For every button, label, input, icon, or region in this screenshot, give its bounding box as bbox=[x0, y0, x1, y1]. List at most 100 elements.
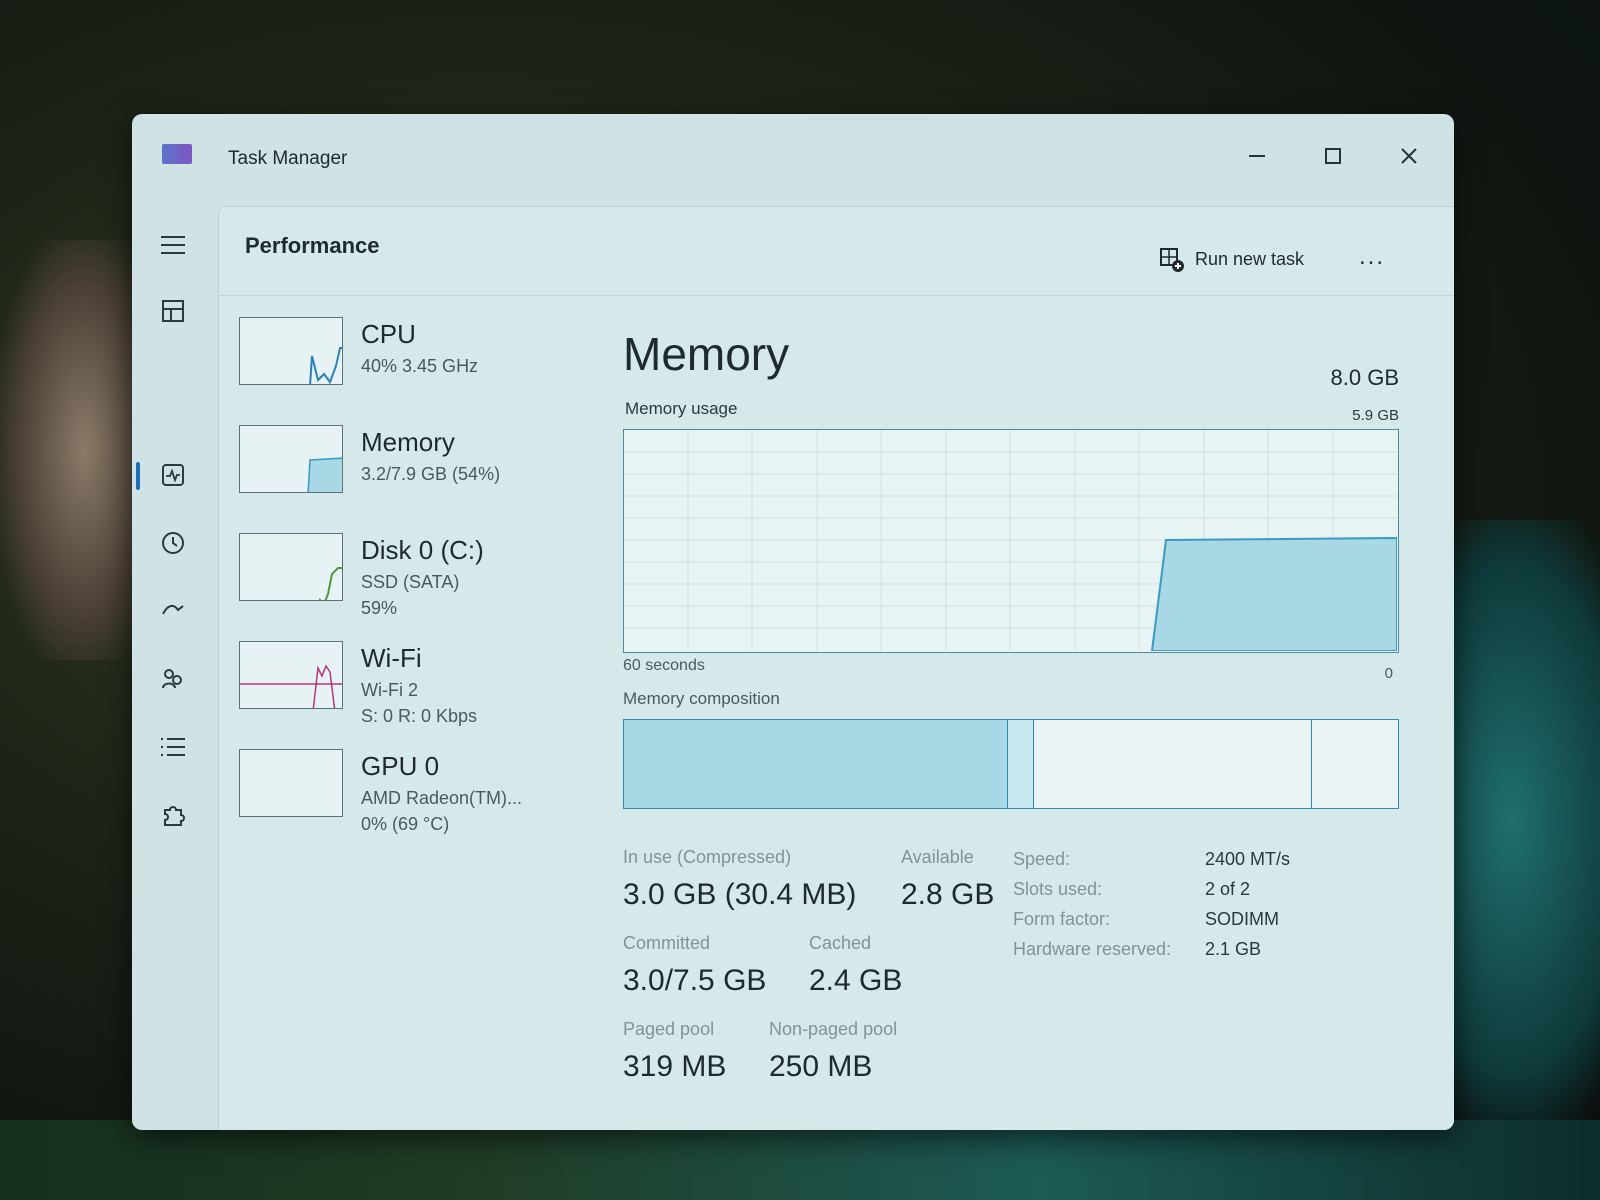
details-list-icon bbox=[161, 738, 185, 756]
spec-slots-value: 2 of 2 bbox=[1205, 879, 1251, 899]
maximize-icon bbox=[1325, 148, 1341, 164]
stat-label: Cached bbox=[809, 933, 872, 953]
nav-users[interactable] bbox=[154, 660, 192, 698]
memory-composition-bar bbox=[623, 719, 1399, 809]
stat-label: In use (Compressed) bbox=[623, 847, 792, 867]
perf-item-title: Wi-Fi bbox=[361, 643, 422, 673]
startup-icon bbox=[162, 604, 184, 615]
graph-zero-label: 0 bbox=[1384, 665, 1393, 682]
perf-item-subtitle-line: 59% bbox=[361, 598, 398, 618]
hamburger-menu-button[interactable] bbox=[154, 226, 192, 264]
perf-item-subtitle-line: SSD (SATA) bbox=[361, 572, 460, 592]
nav-details[interactable] bbox=[154, 728, 192, 766]
spec-form-value: SODIMM bbox=[1205, 909, 1279, 929]
history-icon bbox=[162, 532, 184, 554]
stat-in-use: In use (Compressed) 3.0 GB (30.4 MB) bbox=[623, 847, 856, 912]
spec-speed-value: 2400 MT/s bbox=[1205, 849, 1291, 869]
perf-item-title: Disk 0 (C:) bbox=[361, 535, 484, 565]
perf-item-subtitle: AMD Radeon(TM)... 0% (69 °C) bbox=[361, 785, 522, 837]
stat-cached: Cached 2.4 GB bbox=[809, 933, 902, 998]
performance-icon bbox=[162, 464, 184, 486]
performance-resource-list: CPU 40% 3.45 GHz Memory 3.2/7.9 GB (54%)… bbox=[239, 317, 599, 857]
close-button[interactable] bbox=[1386, 136, 1432, 176]
stat-value: 2.4 GB bbox=[809, 964, 903, 997]
perf-item-subtitle-line: 0% (69 °C) bbox=[361, 814, 450, 834]
perf-item-gpu[interactable]: GPU 0 AMD Radeon(TM)... 0% (69 °C) bbox=[239, 749, 599, 857]
memory-usage-graph bbox=[623, 429, 1399, 653]
perf-item-subtitle: 3.2/7.9 GB (54%) bbox=[361, 464, 501, 484]
run-task-icon bbox=[1159, 247, 1184, 272]
page-title: Performance bbox=[245, 233, 380, 258]
composition-modified[interactable] bbox=[1008, 720, 1034, 808]
stat-value: 250 MB bbox=[769, 1050, 873, 1083]
perf-item-cpu[interactable]: CPU 40% 3.45 GHz bbox=[239, 317, 599, 425]
perf-item-disk[interactable]: Disk 0 (C:) SSD (SATA) 59% bbox=[239, 533, 599, 641]
spec-speed-label: Speed: bbox=[1013, 849, 1071, 869]
nav-services[interactable] bbox=[154, 796, 192, 834]
memory-usage-graph-svg bbox=[624, 430, 1398, 652]
gpu-thumbnail-graph bbox=[239, 749, 343, 817]
task-manager-app-icon bbox=[162, 144, 192, 164]
composition-in-use[interactable] bbox=[624, 720, 1008, 808]
minimize-icon bbox=[1249, 155, 1265, 157]
stat-label: Available bbox=[901, 847, 974, 867]
background-object bbox=[0, 240, 140, 660]
nav-app-history[interactable] bbox=[154, 524, 192, 562]
composition-free[interactable] bbox=[1312, 720, 1398, 808]
stat-value: 319 MB bbox=[623, 1050, 727, 1083]
memory-composition-label: Memory composition bbox=[623, 689, 780, 708]
cpu-thumbnail-graph bbox=[239, 317, 343, 385]
memory-total: 8.0 GB bbox=[1330, 365, 1399, 390]
spec-hw-reserved-label: Hardware reserved: bbox=[1013, 939, 1172, 959]
processes-icon bbox=[162, 300, 184, 322]
spec-hw-reserved-value: 2.1 GB bbox=[1205, 939, 1262, 959]
background-trees bbox=[0, 1120, 1600, 1200]
close-icon bbox=[1401, 148, 1417, 164]
perf-item-subtitle-line: S: 0 R: 0 Kbps bbox=[361, 706, 478, 726]
stat-paged-pool: Paged pool 319 MB bbox=[623, 1019, 726, 1084]
services-puzzle-icon bbox=[164, 806, 185, 826]
title-bar[interactable]: Task Manager bbox=[132, 114, 1454, 206]
stat-non-paged-pool: Non-paged pool 250 MB bbox=[769, 1019, 897, 1084]
stat-value: 2.8 GB bbox=[901, 878, 995, 911]
nav-selected-indicator bbox=[136, 462, 140, 490]
perf-item-wifi[interactable]: Wi-Fi Wi-Fi 2 S: 0 R: 0 Kbps bbox=[239, 641, 599, 749]
nav-performance[interactable] bbox=[154, 456, 192, 494]
memory-thumbnail-graph bbox=[239, 425, 343, 493]
users-icon bbox=[162, 669, 182, 689]
run-task-label: Run new task bbox=[1195, 248, 1305, 269]
wifi-thumbnail-graph bbox=[239, 641, 343, 709]
nav-processes[interactable] bbox=[154, 292, 192, 330]
perf-item-title: CPU bbox=[361, 319, 416, 349]
stat-value: 3.0 GB (30.4 MB) bbox=[623, 878, 857, 911]
perf-item-subtitle: 40% 3.45 GHz bbox=[361, 356, 479, 376]
perf-item-subtitle-line: Wi-Fi 2 bbox=[361, 680, 418, 700]
more-options-button[interactable]: ... bbox=[1359, 243, 1385, 271]
memory-usage-label: Memory usage bbox=[625, 399, 738, 418]
memory-usage-max: 5.9 GB bbox=[1352, 407, 1399, 424]
performance-page: Performance Run new task ... CPU 40% 3.4… bbox=[218, 206, 1454, 1130]
spec-slots-label: Slots used: bbox=[1013, 879, 1103, 899]
stat-value: 3.0/7.5 GB bbox=[623, 964, 767, 997]
detail-title: Memory bbox=[623, 328, 790, 380]
header-divider bbox=[219, 295, 1454, 296]
composition-standby[interactable] bbox=[1034, 720, 1312, 808]
nav-startup-apps[interactable] bbox=[154, 592, 192, 630]
perf-item-subtitle: Wi-Fi 2 S: 0 R: 0 Kbps bbox=[361, 677, 477, 729]
stat-available: Available 2.8 GB bbox=[901, 847, 994, 912]
spec-form-label: Form factor: bbox=[1013, 909, 1111, 929]
perf-item-memory[interactable]: Memory 3.2/7.9 GB (54%) bbox=[239, 425, 599, 533]
run-new-task-button[interactable]: Run new task bbox=[1159, 247, 1305, 272]
memory-usage-area bbox=[1150, 536, 1398, 652]
perf-item-subtitle-line: AMD Radeon(TM)... bbox=[361, 788, 523, 808]
stat-label: Paged pool bbox=[623, 1019, 715, 1039]
hamburger-icon bbox=[161, 236, 185, 254]
stat-label: Non-paged pool bbox=[769, 1019, 898, 1039]
nav-sidebar bbox=[132, 206, 218, 1130]
time-span-label: 60 seconds bbox=[623, 657, 705, 674]
disk-thumbnail-graph bbox=[239, 533, 343, 601]
maximize-button[interactable] bbox=[1310, 136, 1356, 176]
minimize-button[interactable] bbox=[1234, 136, 1280, 176]
perf-item-subtitle: SSD (SATA) 59% bbox=[361, 569, 459, 621]
perf-item-title: Memory bbox=[361, 427, 455, 457]
